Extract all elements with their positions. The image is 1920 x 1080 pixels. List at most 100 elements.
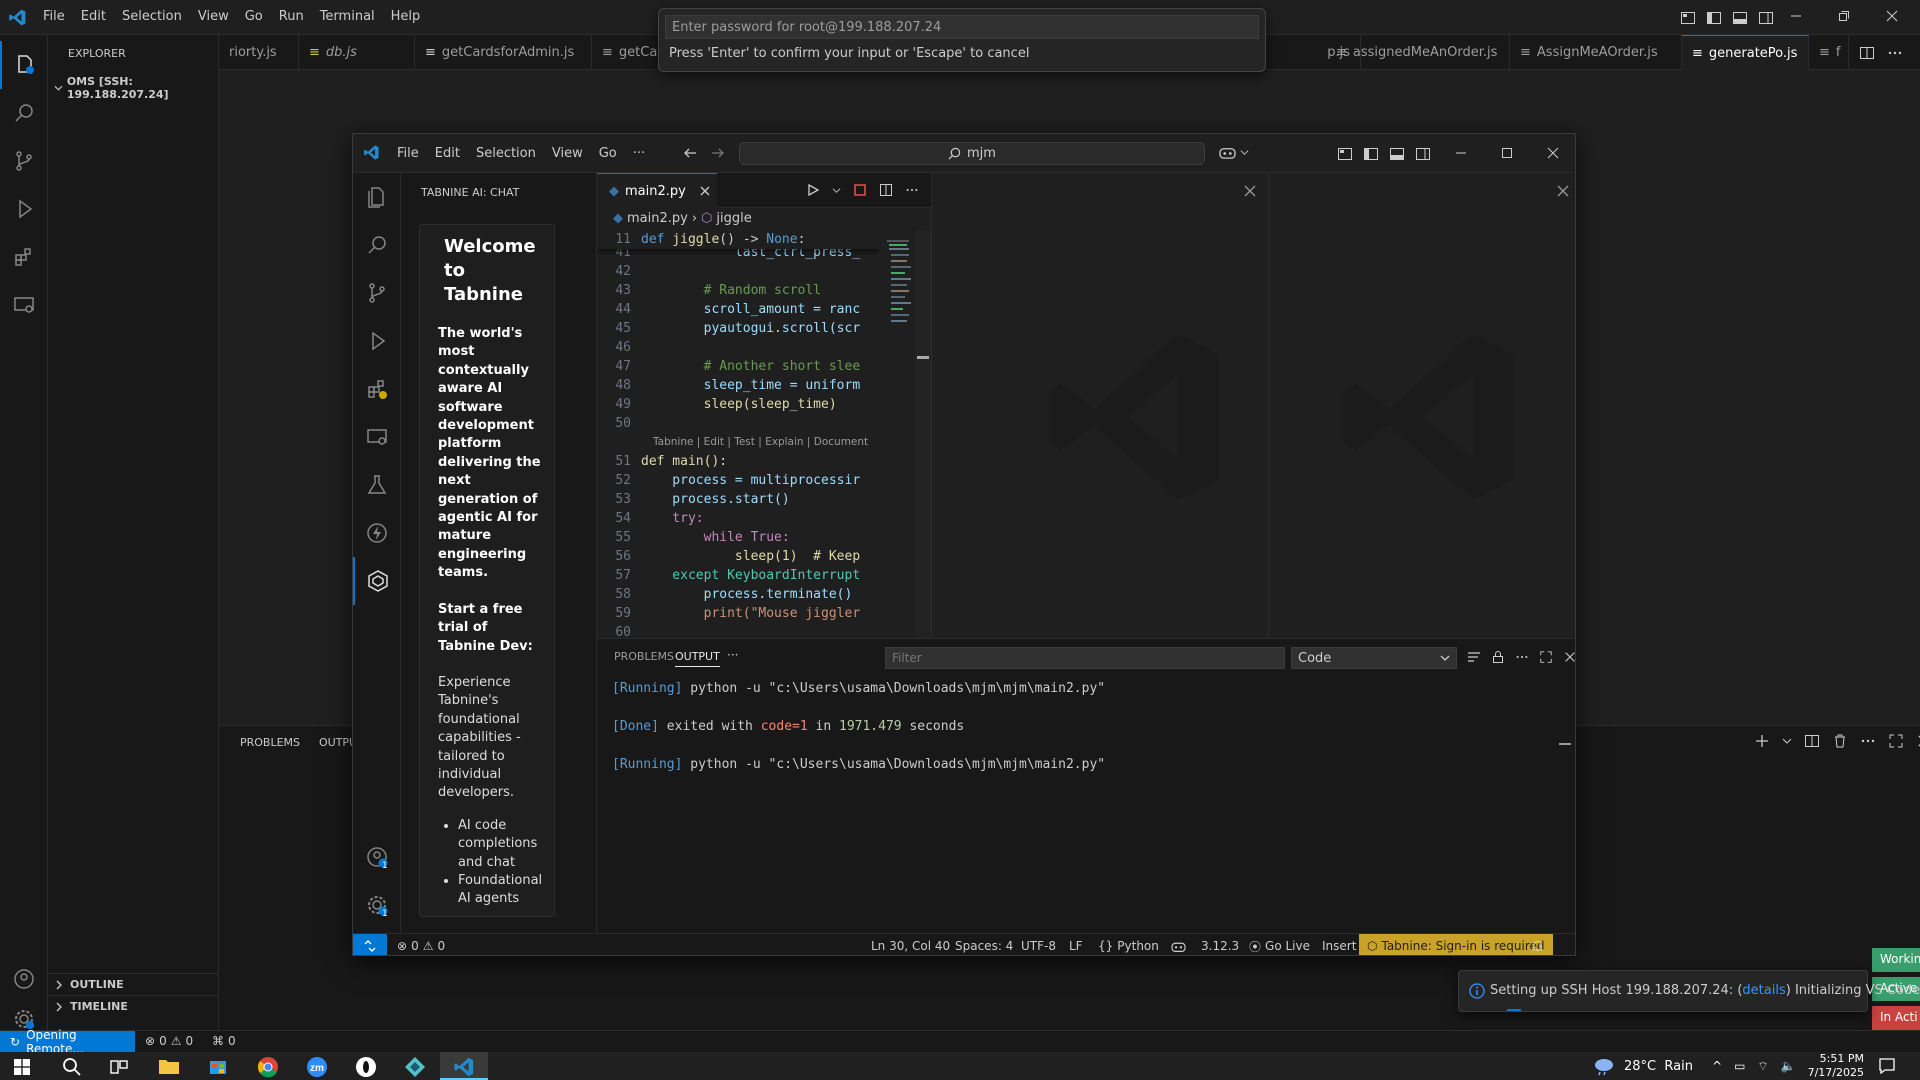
- menu-terminal[interactable]: Terminal: [312, 9, 383, 24]
- run-debug-icon[interactable]: [0, 185, 48, 233]
- remote-window-icon[interactable]: [353, 934, 387, 955]
- task-view-icon[interactable]: [110, 1058, 128, 1076]
- chrome-icon[interactable]: [257, 1056, 279, 1078]
- menu-more[interactable]: ···: [625, 146, 653, 161]
- app-icon-diamond[interactable]: [404, 1056, 426, 1078]
- close-icon[interactable]: [1547, 146, 1559, 160]
- language-mode[interactable]: {} Python: [1098, 934, 1159, 955]
- more-actions-icon[interactable]: [1860, 733, 1876, 749]
- tab-assignedmeanorder[interactable]: ≡ assignedMeAnOrder.js: [1326, 35, 1510, 70]
- remote-indicator[interactable]: ↻ Opening Remote...: [0, 1028, 135, 1056]
- copilot-menu[interactable]: [1219, 145, 1249, 160]
- copilot-status-icon[interactable]: [1171, 934, 1186, 955]
- more-actions-icon[interactable]: [905, 183, 919, 197]
- vscode-taskbar-button[interactable]: [440, 1052, 488, 1080]
- windows-start-icon[interactable]: [14, 1059, 30, 1075]
- manage-gear-icon[interactable]: 1: [353, 881, 401, 929]
- menu-go[interactable]: Go: [591, 146, 625, 161]
- tab-riorty[interactable]: riorty.js: [219, 35, 299, 70]
- menu-selection[interactable]: Selection: [114, 9, 190, 24]
- menu-run[interactable]: Run: [271, 9, 312, 24]
- toggle-panel-icon[interactable]: [1732, 10, 1748, 26]
- encoding[interactable]: UTF-8: [1021, 934, 1056, 955]
- panel-tab-problems[interactable]: PROBLEMS: [614, 650, 674, 663]
- split-terminal-icon[interactable]: [1804, 733, 1820, 749]
- editor-mode[interactable]: Insert: [1322, 934, 1356, 955]
- lightning-icon[interactable]: [353, 509, 401, 557]
- split-editor-icon[interactable]: [1859, 45, 1875, 61]
- lock-icon[interactable]: [1491, 650, 1505, 664]
- maximize-panel-icon[interactable]: [1539, 650, 1553, 664]
- more-actions-icon[interactable]: [1515, 650, 1529, 664]
- file-explorer-icon[interactable]: [158, 1057, 180, 1075]
- forward-arrow-icon[interactable]: [711, 146, 725, 160]
- command-center-search[interactable]: mjm: [739, 142, 1205, 165]
- menu-file[interactable]: File: [35, 9, 73, 24]
- problems-indicator[interactable]: ⊗ 0 ⚠ 0: [397, 934, 445, 955]
- menu-edit[interactable]: Edit: [427, 146, 468, 161]
- workspace-folder[interactable]: OMS [SSH: 199.188.207.24]: [54, 75, 218, 101]
- notifications-bell-icon[interactable]: [1531, 934, 1544, 955]
- chevron-down-icon[interactable]: [1782, 733, 1792, 749]
- extensions-icon[interactable]: [0, 233, 48, 281]
- menu-view[interactable]: View: [544, 146, 591, 161]
- tab-assignmeaorder[interactable]: ≡ AssignMeAOrder.js: [1510, 35, 1682, 70]
- stop-icon[interactable]: [853, 183, 867, 197]
- tab-db[interactable]: ≡ db.js: [299, 35, 415, 70]
- customize-layout-icon[interactable]: [1680, 10, 1696, 26]
- battery-icon[interactable]: ▭: [1734, 1059, 1745, 1074]
- menu-file[interactable]: File: [389, 146, 427, 161]
- remote-explorer-icon[interactable]: [0, 281, 48, 329]
- clock[interactable]: 5:51 PM 7/17/2025: [1800, 1052, 1864, 1080]
- outline-section[interactable]: OUTLINE: [48, 973, 219, 995]
- menu-view[interactable]: View: [190, 9, 237, 24]
- outer-problems-indicator[interactable]: ⊗ 0 ⚠ 0: [145, 1034, 193, 1048]
- breadcrumb-file[interactable]: main2.py: [627, 211, 688, 226]
- menu-edit[interactable]: Edit: [73, 9, 114, 24]
- code-editor[interactable]: 11 def jiggle() -> None: 41 last_ctrl_pr…: [597, 230, 879, 638]
- tray-chevron-up-icon[interactable]: ^: [1712, 1059, 1722, 1074]
- close-panel-icon[interactable]: [1563, 650, 1576, 664]
- panel-more-tabs[interactable]: ···: [727, 648, 738, 662]
- tab-getcardsforadmin[interactable]: ≡ getCardsforAdmin.js: [415, 35, 592, 70]
- status-badge-inactive[interactable]: In Acti: [1872, 1006, 1920, 1030]
- cursor-position[interactable]: Ln 30, Col 40: [871, 934, 950, 955]
- volume-muted-icon[interactable]: 🔈: [1781, 1059, 1796, 1074]
- action-center-icon[interactable]: [1878, 1057, 1896, 1075]
- tab-main2-py[interactable]: ◆ main2.py: [597, 173, 717, 208]
- menu-selection[interactable]: Selection: [468, 146, 544, 161]
- remote-explorer-icon[interactable]: [353, 413, 401, 461]
- maximize-panel-icon[interactable]: [1888, 733, 1904, 749]
- toggle-secondary-sidebar-icon[interactable]: [1758, 10, 1774, 26]
- run-debug-icon[interactable]: [353, 317, 401, 365]
- panel-tab-output[interactable]: OUTPUT: [675, 650, 720, 667]
- notification-details-link[interactable]: details: [1742, 983, 1785, 998]
- chevron-down-icon[interactable]: [832, 186, 841, 195]
- close-group-icon[interactable]: [1557, 185, 1569, 197]
- source-control-icon[interactable]: [353, 269, 401, 317]
- indentation[interactable]: Spaces: 4: [955, 934, 1013, 955]
- go-live-button[interactable]: ⦿ Go Live: [1249, 934, 1310, 955]
- breadcrumb-symbol[interactable]: jiggle: [716, 211, 751, 226]
- app-icon-leaf[interactable]: [355, 1056, 377, 1078]
- explorer-icon[interactable]: [0, 41, 48, 89]
- end-of-line[interactable]: LF: [1069, 934, 1083, 955]
- new-terminal-icon[interactable]: [1754, 733, 1770, 749]
- outer-panel-tab-problems[interactable]: PROBLEMS: [240, 736, 300, 749]
- output-channel-select[interactable]: Code: [1291, 647, 1457, 669]
- panel-scrollbar[interactable]: [1559, 743, 1571, 745]
- tabnine-codelens[interactable]: Tabnine | Edit | Test | Explain | Docume…: [597, 433, 879, 452]
- minimap[interactable]: [879, 230, 931, 638]
- sticky-scroll-line[interactable]: 11 def jiggle() -> None:: [597, 230, 879, 249]
- close-group-icon[interactable]: [1244, 185, 1256, 197]
- more-actions-icon[interactable]: [1887, 45, 1903, 61]
- source-control-icon[interactable]: [0, 137, 48, 185]
- toggle-secondary-sidebar-icon[interactable]: [1415, 146, 1431, 162]
- extensions-icon[interactable]: [353, 365, 401, 413]
- weather-widget[interactable]: 28°C Rain: [1592, 1056, 1693, 1076]
- password-input[interactable]: [665, 15, 1259, 39]
- minimize-icon[interactable]: [1455, 146, 1467, 160]
- menu-help[interactable]: Help: [383, 9, 429, 24]
- output-filter-input[interactable]: [885, 647, 1285, 669]
- toggle-sidebar-icon[interactable]: [1363, 146, 1379, 162]
